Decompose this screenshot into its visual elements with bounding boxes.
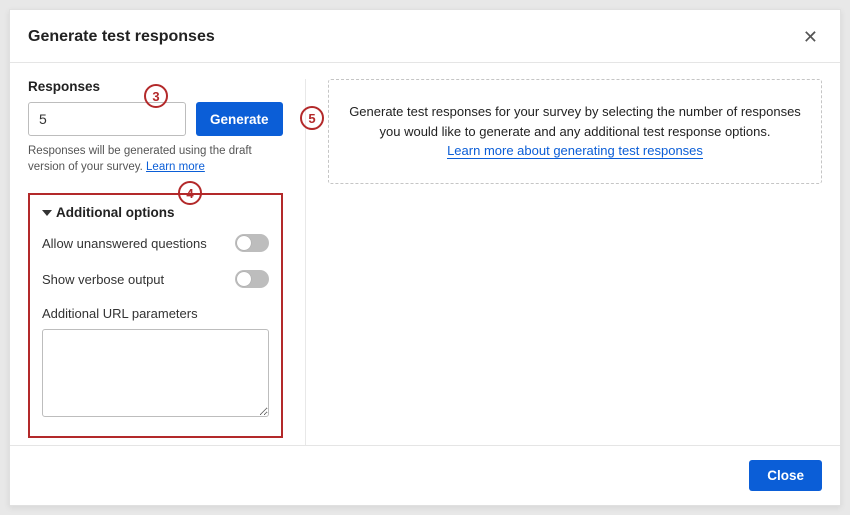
allow-unanswered-label: Allow unanswered questions (42, 236, 207, 251)
url-params-textarea[interactable] (42, 329, 269, 417)
close-icon[interactable]: ✕ (799, 24, 822, 50)
verbose-output-row: Show verbose output (42, 270, 269, 288)
step-marker-3: 3 (144, 84, 168, 108)
responses-helper-text: Responses will be generated using the dr… (28, 144, 283, 175)
step-marker-5: 5 (300, 106, 324, 130)
verbose-output-label: Show verbose output (42, 272, 164, 287)
verbose-output-toggle[interactable] (235, 270, 269, 288)
toggle-knob (237, 272, 251, 286)
chevron-down-icon (42, 210, 52, 216)
close-button[interactable]: Close (749, 460, 822, 491)
step-marker-4: 4 (178, 181, 202, 205)
info-panel: Generate test responses for your survey … (328, 79, 822, 184)
modal-header: Generate test responses ✕ (10, 10, 840, 62)
responses-input[interactable] (28, 102, 186, 136)
additional-options-section: 4 Additional options Allow unanswered qu… (28, 193, 283, 438)
helper-text-content: Responses will be generated using the dr… (28, 145, 252, 173)
info-text-line1: Generate test responses for your survey … (349, 102, 801, 122)
allow-unanswered-toggle[interactable] (235, 234, 269, 252)
toggle-knob (237, 236, 251, 250)
responses-row: Generate 3 5 (28, 102, 283, 136)
learn-more-link[interactable]: Learn more (146, 161, 205, 173)
additional-options-toggle[interactable]: Additional options (42, 205, 269, 220)
info-text-line2: you would like to generate and any addit… (349, 122, 801, 142)
left-column: Responses Generate 3 5 Responses will be… (28, 79, 306, 445)
generate-button[interactable]: Generate (196, 102, 283, 136)
modal-footer: Close (10, 445, 840, 505)
modal-body: Responses Generate 3 5 Responses will be… (10, 63, 840, 445)
allow-unanswered-row: Allow unanswered questions (42, 234, 269, 252)
generate-test-responses-modal: Generate test responses ✕ Responses Gene… (9, 9, 841, 506)
modal-title: Generate test responses (28, 28, 215, 46)
url-params-label: Additional URL parameters (42, 306, 269, 321)
learn-more-responses-link[interactable]: Learn more about generating test respons… (447, 143, 703, 159)
right-column: Generate test responses for your survey … (306, 79, 822, 445)
additional-options-label: Additional options (56, 205, 174, 220)
